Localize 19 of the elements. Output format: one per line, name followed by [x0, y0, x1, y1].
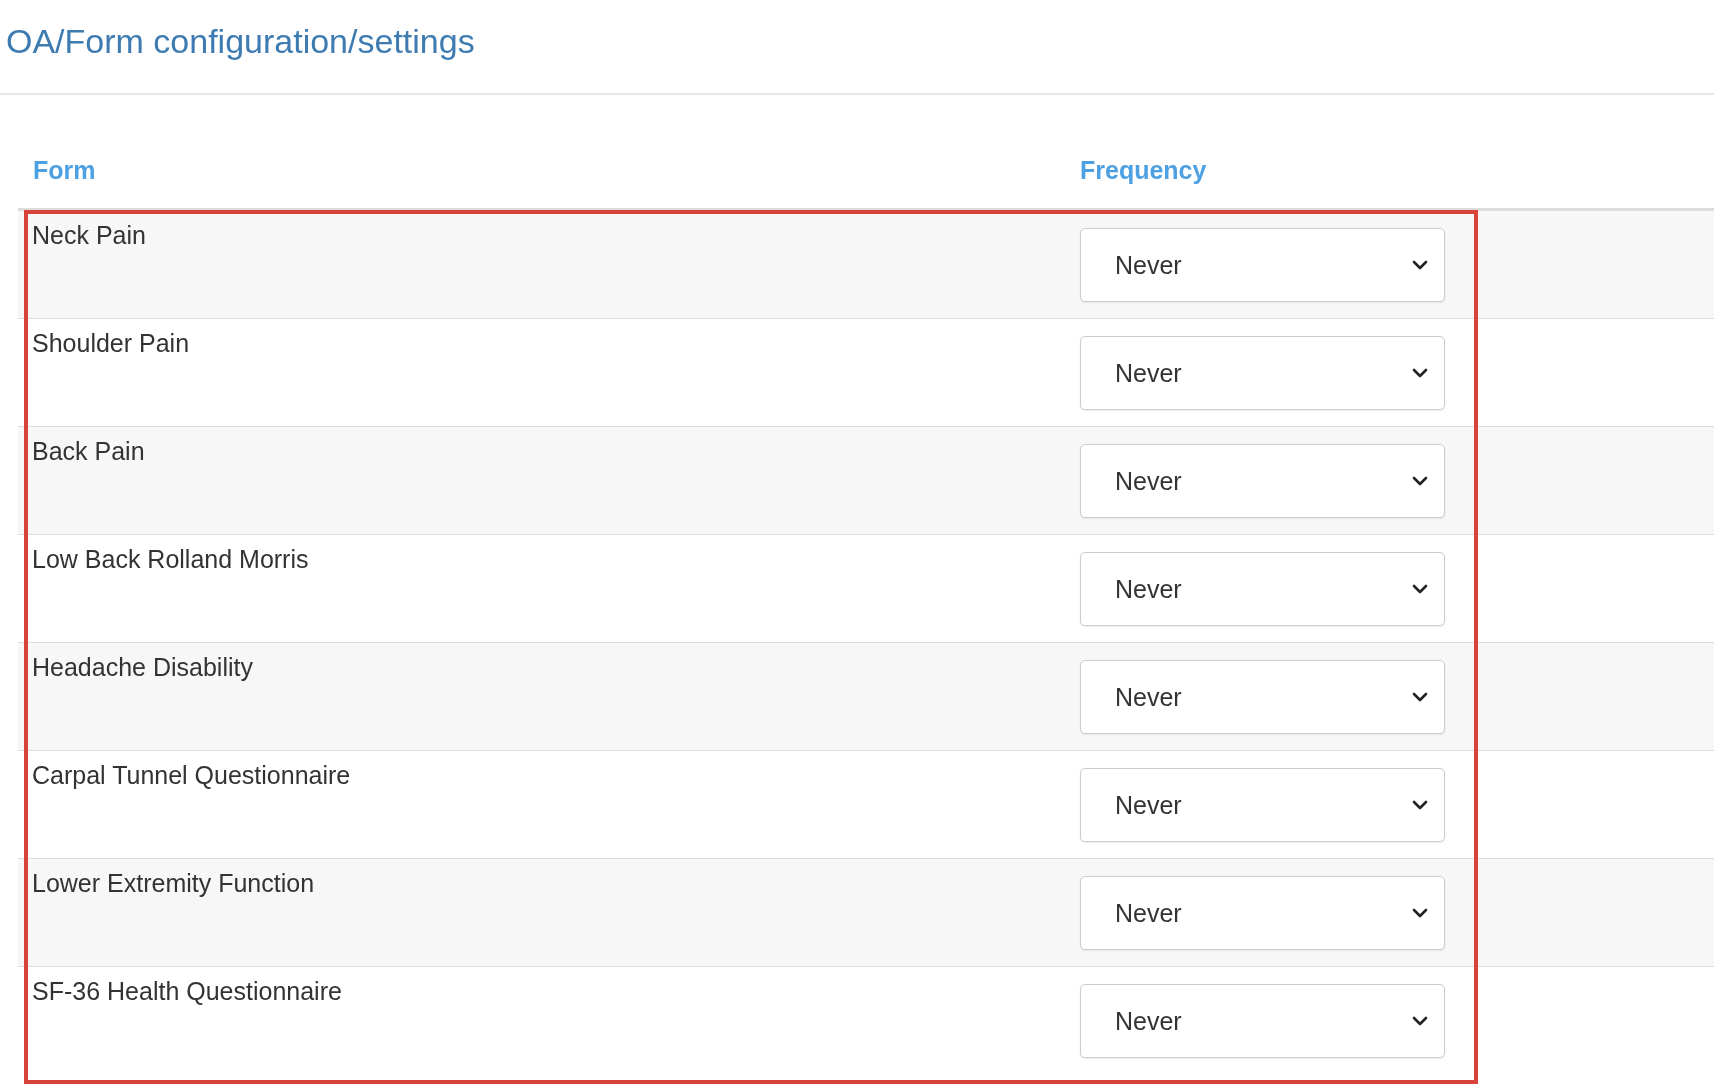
- frequency-dropdown[interactable]: Never: [1080, 660, 1445, 734]
- frequency-dropdown[interactable]: Never: [1080, 552, 1445, 626]
- frequency-dropdown[interactable]: Never: [1080, 876, 1445, 950]
- column-header: Frequency: [1080, 156, 1207, 184]
- frequency-dropdown[interactable]: Never: [1080, 336, 1445, 410]
- page-title: OA/Form configuration/settings: [0, 0, 1714, 95]
- frequency-dropdown[interactable]: Never: [1080, 984, 1445, 1058]
- form-name: Carpal Tunnel Questionnaire: [32, 761, 351, 789]
- form-name: Shoulder Pain: [32, 329, 190, 357]
- form-name: Neck Pain: [32, 221, 146, 249]
- form-name: Low Back Rolland Morris: [32, 545, 309, 573]
- form-name: Headache Disability: [32, 653, 253, 681]
- frequency-dropdown[interactable]: Never: [1080, 444, 1445, 518]
- form-name: Lower Extremity Function: [32, 869, 315, 897]
- form-name: Back Pain: [32, 437, 145, 465]
- column-header: Form: [33, 156, 96, 184]
- form-name: SF-36 Health Questionnaire: [32, 977, 342, 1005]
- frequency-dropdown[interactable]: Never: [1080, 768, 1445, 842]
- frequency-dropdown[interactable]: Never: [1080, 228, 1445, 302]
